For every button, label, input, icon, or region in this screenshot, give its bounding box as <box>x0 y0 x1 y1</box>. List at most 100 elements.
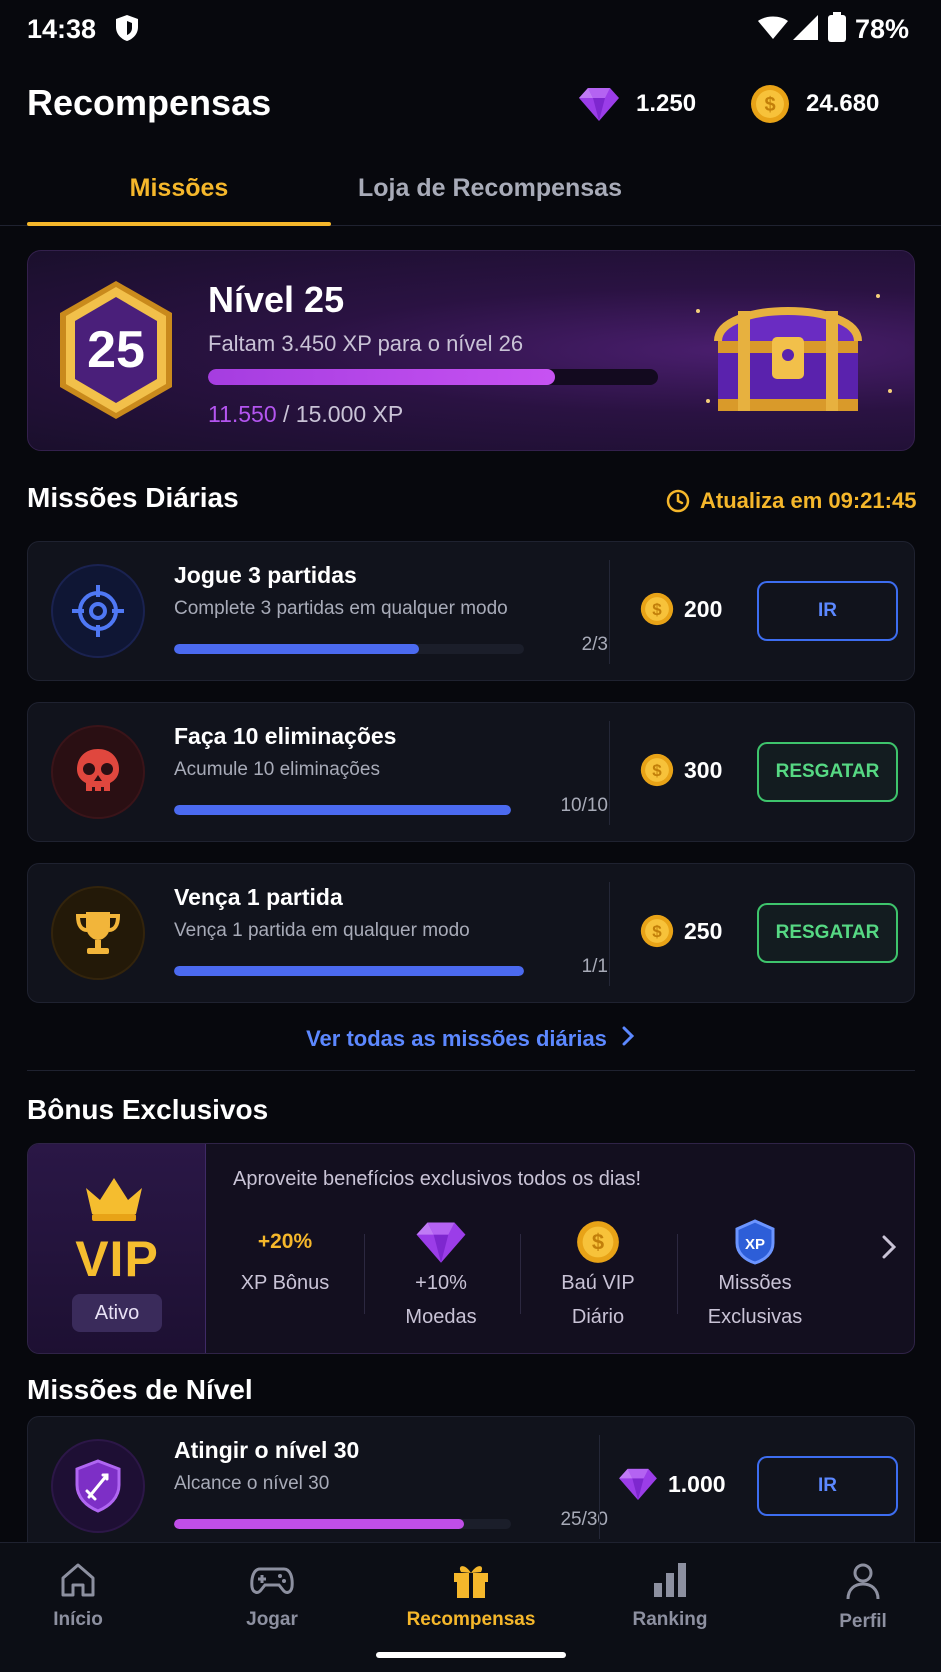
xp-shield-icon: XP <box>735 1219 775 1265</box>
divider <box>609 560 610 664</box>
coin-icon: $ <box>640 592 674 626</box>
perk-label: Missões <box>718 1272 792 1294</box>
wifi-icon <box>758 16 788 39</box>
trophy-icon <box>75 912 121 954</box>
coin-amount: 24.680 <box>806 90 880 117</box>
mission-title: Vença 1 partida <box>174 884 343 910</box>
mission-description: Acumule 10 eliminações <box>174 759 380 780</box>
svg-text:$: $ <box>652 922 662 941</box>
chevron-right-icon[interactable] <box>880 1234 898 1260</box>
mission-claim-button[interactable]: RESGATAR <box>757 903 898 963</box>
perk-label: XP Bônus <box>240 1272 330 1294</box>
mission-icon-wrap <box>51 725 145 819</box>
daily-missions-title: Missões Diárias <box>27 482 239 513</box>
nav-play[interactable]: Jogar <box>197 1561 347 1631</box>
clock-icon <box>666 489 690 513</box>
svg-text:$: $ <box>652 761 662 780</box>
perk-xp-bonus: +20% XP Bônus <box>215 1220 355 1298</box>
divider <box>609 882 610 986</box>
mission-card: Faça 10 eliminações Acumule 10 eliminaçõ… <box>27 702 915 842</box>
nav-home[interactable]: Início <box>3 1561 153 1631</box>
mission-claim-button[interactable]: RESGATAR <box>757 742 898 802</box>
mission-reward: $ 300 <box>640 753 722 787</box>
tab-reward-shop[interactable]: Loja de Recompensas <box>358 174 622 203</box>
battery-percent: 78% <box>855 14 910 44</box>
mission-count: 2/3 <box>581 634 608 655</box>
gem-balance[interactable]: 1.250 <box>578 84 696 124</box>
treasure-chest-icon <box>696 294 892 411</box>
home-indicator <box>376 1652 566 1658</box>
battery-icon <box>828 12 846 42</box>
tab-bar: Missões Loja de Recompensas <box>0 150 941 226</box>
mission-reward-amount: 1.000 <box>668 1470 726 1497</box>
nav-label: Perfil <box>839 1611 887 1632</box>
divider <box>609 721 610 825</box>
vip-card[interactable]: VIP Ativo Aproveite benefícios exclusivo… <box>27 1143 915 1354</box>
gem-icon <box>416 1222 466 1263</box>
see-all-label: Ver todas as missões diárias <box>306 1026 607 1051</box>
gem-icon <box>579 88 619 121</box>
mission-card: Vença 1 partida Vença 1 partida em qualq… <box>27 863 915 1003</box>
perk-exclusive-missions: XP Missões Exclusivas <box>685 1219 825 1332</box>
level-progress-bar <box>208 369 658 385</box>
home-icon <box>61 1563 95 1597</box>
mission-progress-fill <box>174 966 524 976</box>
mission-progress-bar <box>174 644 524 654</box>
level-card: 25 Nível 25 Faltam 3.450 XP para o nível… <box>27 250 915 451</box>
nav-ranking[interactable]: Ranking <box>595 1561 745 1631</box>
mission-progress-fill <box>174 1519 464 1529</box>
mission-progress-fill <box>174 644 419 654</box>
mission-progress-bar <box>174 1519 511 1529</box>
signal-icon <box>793 15 818 40</box>
divider <box>599 1435 600 1539</box>
chevron-right-icon <box>621 1026 635 1052</box>
nav-label: Ranking <box>632 1609 708 1630</box>
page-title: Recompensas <box>27 82 272 123</box>
svg-text:$: $ <box>592 1230 604 1255</box>
svg-text:$: $ <box>652 600 662 619</box>
level-badge-number: 25 <box>87 321 145 379</box>
status-bar: 14:38 78% <box>0 0 941 60</box>
perk-label-2: Diário <box>571 1306 625 1328</box>
target-icon <box>72 585 124 637</box>
perk-value: +20% <box>257 1230 313 1253</box>
gem-amount: 1.250 <box>636 90 697 117</box>
nav-label: Recompensas <box>406 1609 536 1630</box>
level-subtitle: Faltam 3.450 XP para o nível 26 <box>208 331 524 356</box>
perk-coins: +10% Moedas <box>371 1220 511 1332</box>
divider <box>364 1234 365 1314</box>
perk-vip-chest: $ Baú VIP Diário <box>528 1220 668 1332</box>
nav-rewards[interactable]: Recompensas <box>396 1561 546 1631</box>
mission-title: Atingir o nível 30 <box>174 1437 360 1463</box>
level-badge: 25 <box>60 281 172 419</box>
mission-icon-wrap <box>51 886 145 980</box>
divider <box>27 1070 915 1071</box>
nav-profile[interactable]: Perfil <box>788 1561 938 1633</box>
nav-label: Jogar <box>246 1609 298 1630</box>
level-mission-card: Atingir o nível 30 Alcance o nível 30 25… <box>27 1416 915 1556</box>
tab-missions[interactable]: Missões <box>27 174 331 203</box>
coin-balance[interactable]: $ 24.680 <box>750 84 879 124</box>
profile-icon <box>846 1563 880 1600</box>
mission-go-button[interactable]: IR <box>757 1456 898 1516</box>
coin-icon: $ <box>577 1221 619 1263</box>
level-progress-fill <box>208 369 555 385</box>
mission-reward-amount: 250 <box>684 917 723 944</box>
mission-progress-bar <box>174 805 511 815</box>
exclusive-bonus-title: Bônus Exclusivos <box>27 1094 269 1125</box>
svg-text:$: $ <box>764 94 775 116</box>
coin-icon: $ <box>640 753 674 787</box>
refresh-timer: Atualiza em 09:21:45 <box>666 488 916 514</box>
vip-status-badge: Ativo <box>72 1294 162 1332</box>
skull-icon <box>77 749 119 793</box>
mission-description: Complete 3 partidas em qualquer modo <box>174 598 508 619</box>
mission-reward: $ 200 <box>640 592 722 626</box>
level-xp: 11.550 / 15.000 XP <box>208 401 403 428</box>
mission-title: Jogue 3 partidas <box>174 562 357 588</box>
status-time: 14:38 <box>27 14 97 44</box>
mission-go-button[interactable]: IR <box>757 581 898 641</box>
level-xp-total: / 15.000 XP <box>283 401 404 427</box>
shield-icon <box>116 15 138 41</box>
see-all-daily-link[interactable]: Ver todas as missões diárias <box>0 1026 941 1052</box>
gem-icon <box>619 1468 657 1501</box>
